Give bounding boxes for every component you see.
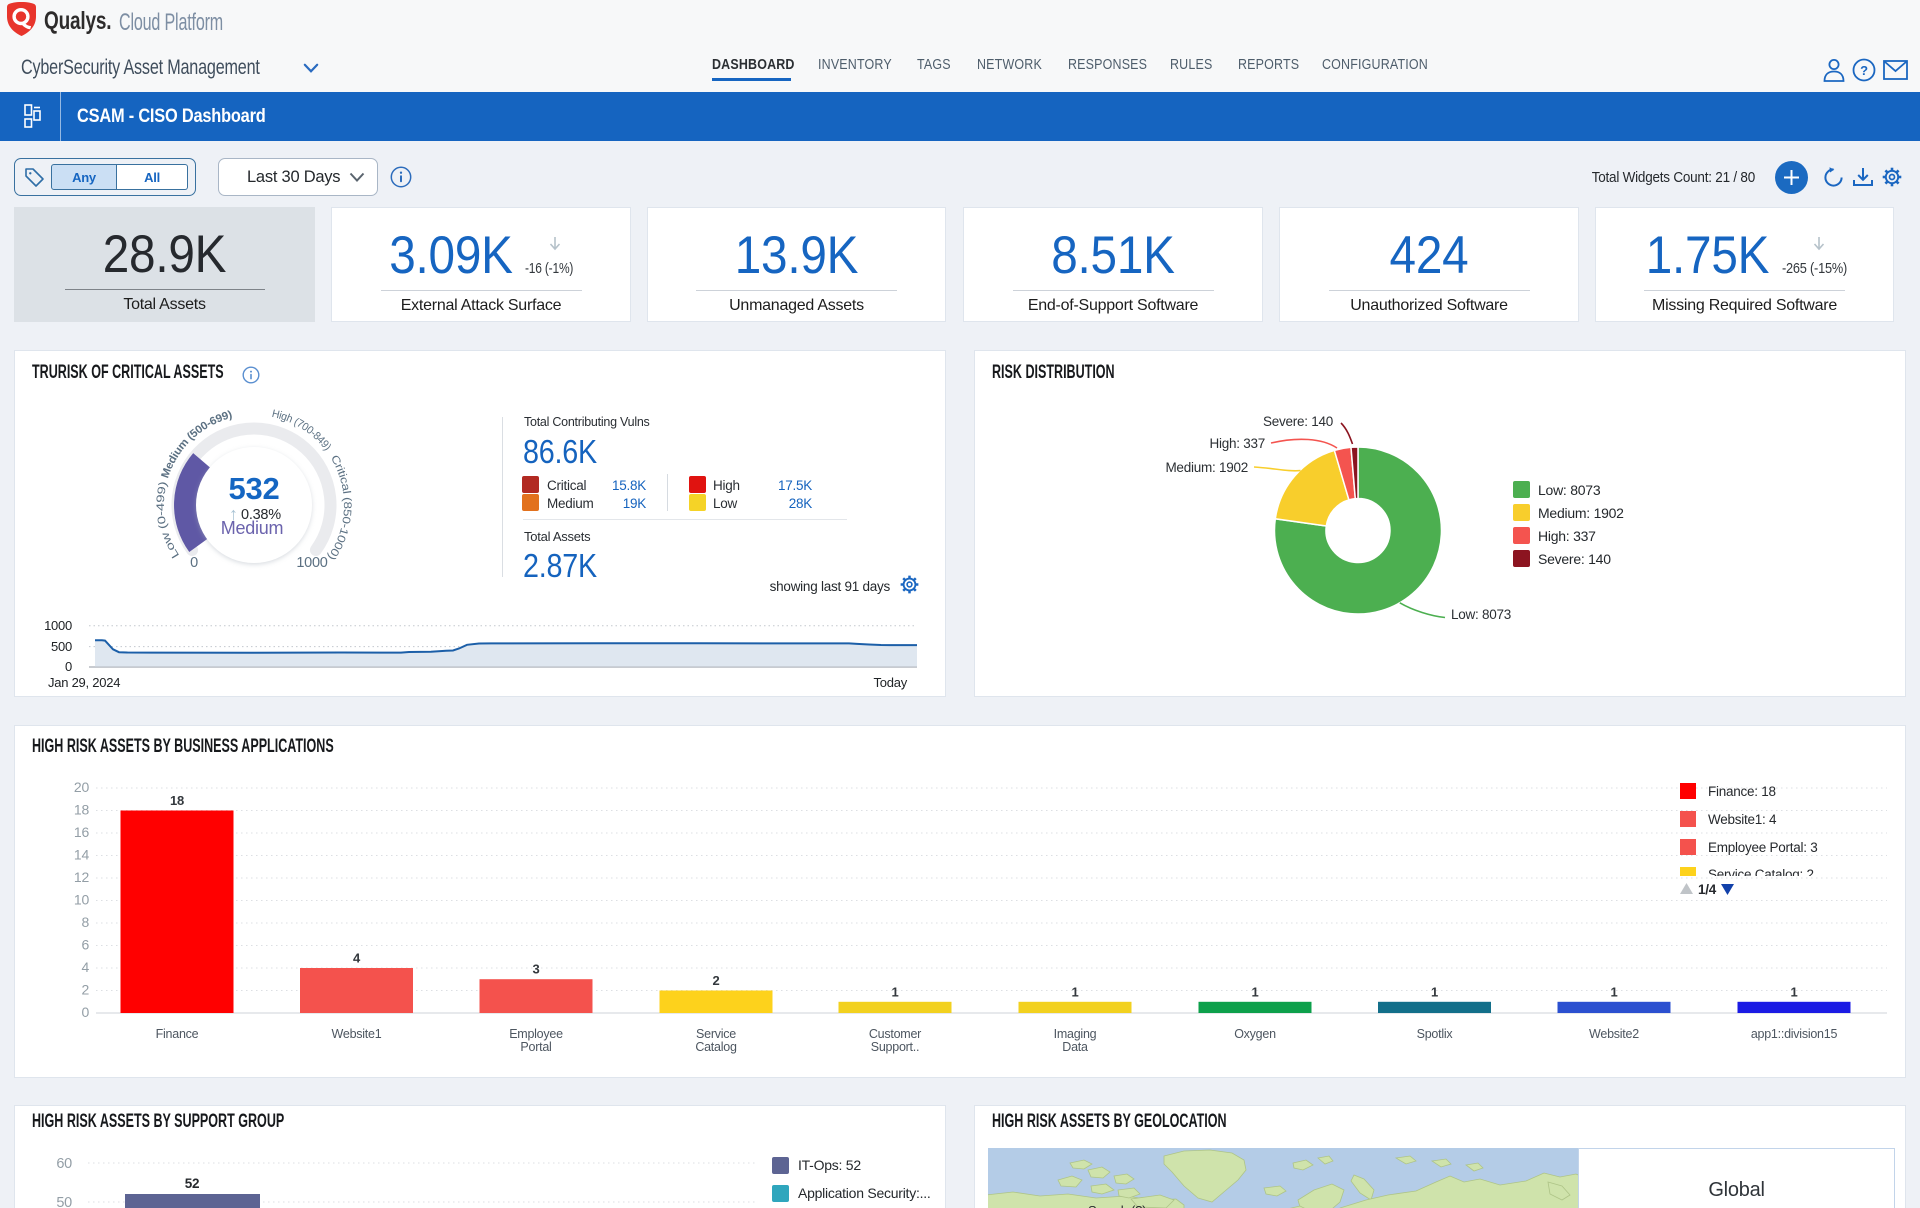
svg-text:Employee Portal: 3: Employee Portal: 3 xyxy=(1708,840,1818,855)
svg-text:Customer: Customer xyxy=(869,1027,921,1041)
svg-text:4: 4 xyxy=(81,959,89,975)
svg-text:1: 1 xyxy=(1252,984,1259,999)
svg-text:IT-Ops: 52: IT-Ops: 52 xyxy=(798,1157,861,1173)
svg-text:Low: 8073: Low: 8073 xyxy=(1538,482,1601,498)
svg-text:1: 1 xyxy=(1431,984,1438,999)
svg-text:Data: Data xyxy=(1062,1040,1088,1054)
svg-text:Search (?): Search (?) xyxy=(1088,1203,1146,1208)
svg-text:Employee: Employee xyxy=(509,1027,563,1041)
svg-text:Medium: Medium xyxy=(221,518,284,538)
svg-text:18: 18 xyxy=(74,802,90,818)
svg-text:Service Catalog: 2: Service Catalog: 2 xyxy=(1708,867,1814,882)
svg-text:532: 532 xyxy=(229,471,280,506)
svg-text:18: 18 xyxy=(170,793,184,808)
svg-text:Oxygen: Oxygen xyxy=(1234,1027,1276,1041)
svg-text:Finance: 18: Finance: 18 xyxy=(1708,784,1776,799)
svg-text:52: 52 xyxy=(185,1176,200,1191)
svg-text:Spotlix: Spotlix xyxy=(1417,1027,1454,1041)
svg-text:20: 20 xyxy=(74,779,90,795)
svg-text:High: 337: High: 337 xyxy=(1209,436,1265,451)
svg-text:Website1: 4: Website1: 4 xyxy=(1708,812,1777,827)
svg-text:1000: 1000 xyxy=(44,618,72,633)
svg-text:3: 3 xyxy=(533,962,540,977)
svg-text:Medium: 1902: Medium: 1902 xyxy=(1165,460,1248,475)
svg-text:1: 1 xyxy=(1072,984,1079,999)
svg-text:0: 0 xyxy=(81,1004,89,1020)
svg-text:Catalog: Catalog xyxy=(695,1040,737,1054)
svg-text:Support..: Support.. xyxy=(871,1040,919,1054)
svg-text:Severe: 140: Severe: 140 xyxy=(1538,551,1611,567)
svg-text:Portal: Portal xyxy=(520,1040,551,1054)
svg-text:500: 500 xyxy=(51,639,72,654)
svg-text:2: 2 xyxy=(713,973,720,988)
svg-text:8: 8 xyxy=(81,914,89,930)
svg-text:1: 1 xyxy=(1791,984,1798,999)
svg-text:2: 2 xyxy=(81,982,89,998)
svg-text:16: 16 xyxy=(74,824,90,840)
svg-text:High: 337: High: 337 xyxy=(1538,528,1596,544)
svg-text:Website1: Website1 xyxy=(332,1027,382,1041)
svg-text:Medium: 1902: Medium: 1902 xyxy=(1538,505,1624,521)
svg-text:Jan 29, 2024: Jan 29, 2024 xyxy=(48,675,120,690)
svg-text:Finance: Finance xyxy=(156,1027,199,1041)
svg-text:50: 50 xyxy=(56,1195,72,1208)
svg-text:12: 12 xyxy=(74,869,90,885)
svg-text:Service: Service xyxy=(696,1027,736,1041)
svg-text:?: ? xyxy=(1860,63,1868,78)
svg-text:Imaging: Imaging xyxy=(1054,1027,1097,1041)
svg-text:0: 0 xyxy=(190,555,198,571)
svg-text:Application Security:...: Application Security:... xyxy=(798,1185,931,1201)
svg-text:Today: Today xyxy=(874,675,908,690)
svg-text:14: 14 xyxy=(74,847,90,863)
svg-text:60: 60 xyxy=(56,1156,72,1172)
svg-text:Severe: 140: Severe: 140 xyxy=(1263,414,1333,429)
svg-text:Website2: Website2 xyxy=(1589,1027,1639,1041)
svg-text:4: 4 xyxy=(353,951,361,966)
svg-text:6: 6 xyxy=(81,937,89,953)
svg-text:1: 1 xyxy=(892,984,899,999)
svg-text:10: 10 xyxy=(74,892,90,908)
svg-text:1/4: 1/4 xyxy=(1698,882,1717,897)
svg-text:app1::division15: app1::division15 xyxy=(1751,1027,1838,1041)
svg-text:1000: 1000 xyxy=(296,555,327,571)
svg-text:0: 0 xyxy=(65,659,72,674)
svg-text:Low: 8073: Low: 8073 xyxy=(1451,607,1511,622)
svg-text:1: 1 xyxy=(1611,984,1618,999)
